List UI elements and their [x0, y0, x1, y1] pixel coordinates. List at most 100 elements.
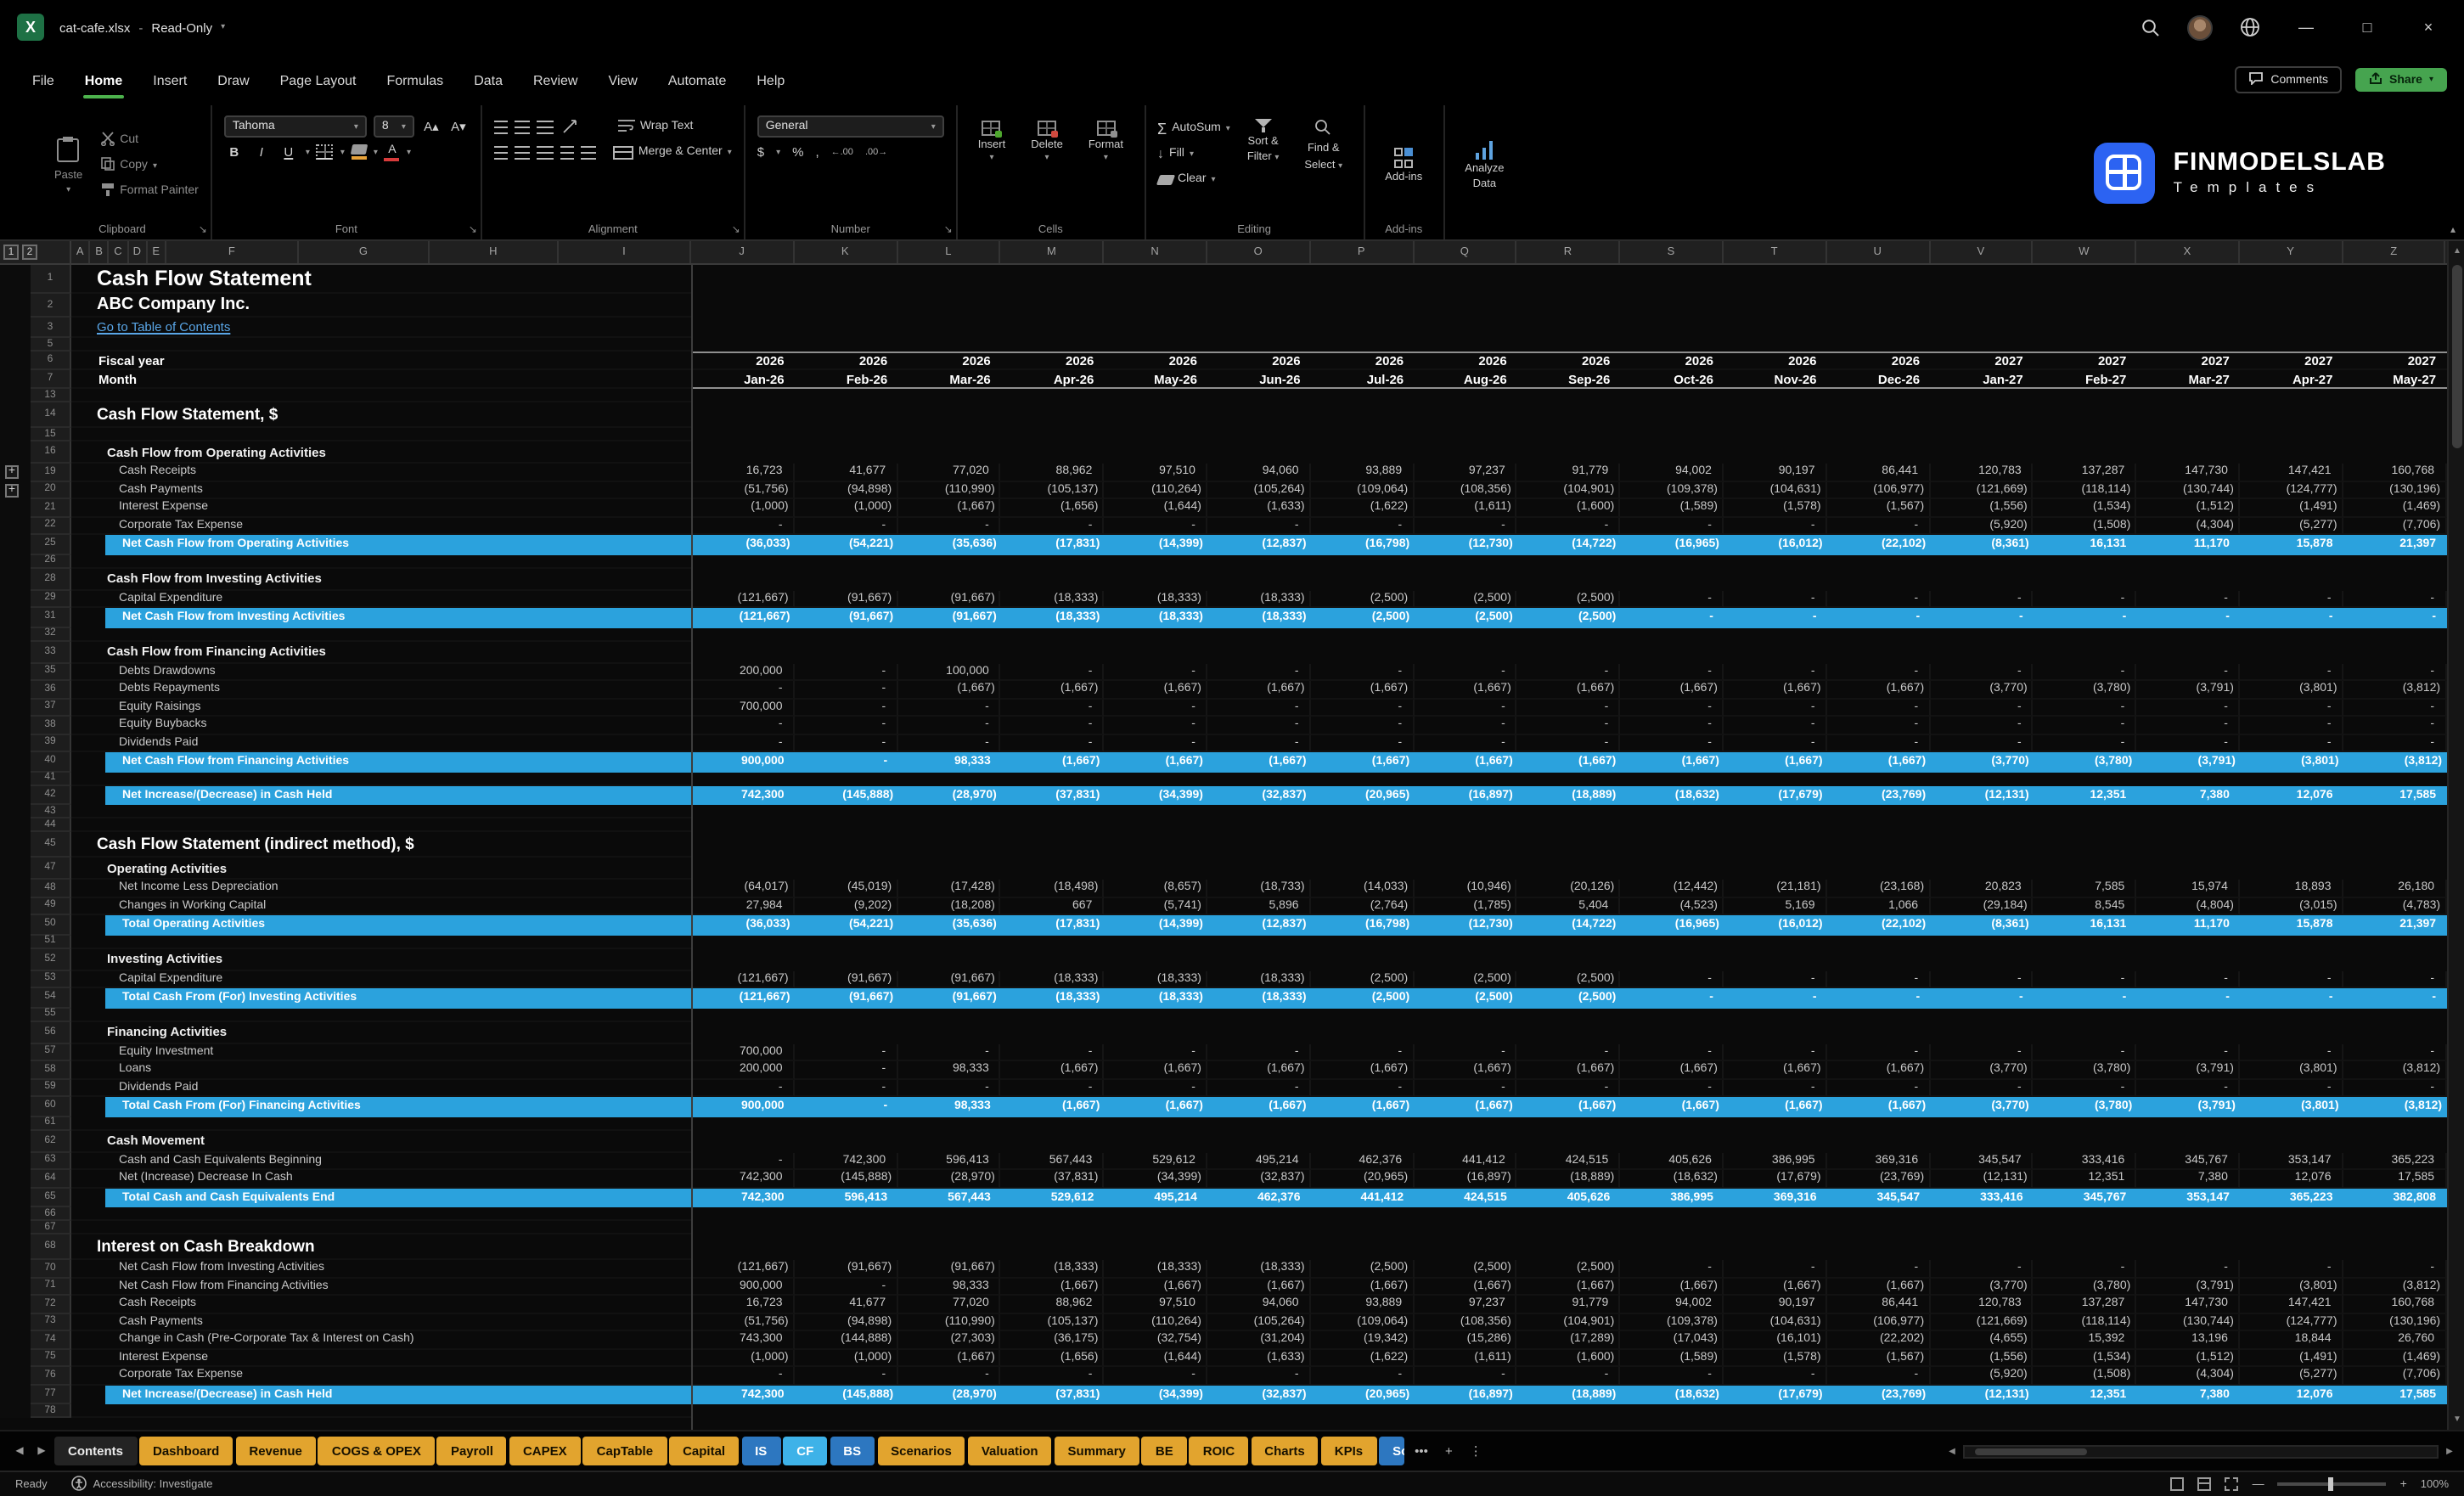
- cell-T58[interactable]: (1,667): [1724, 1061, 1827, 1079]
- column-header-r[interactable]: R: [1517, 241, 1621, 263]
- column-header-p[interactable]: P: [1310, 241, 1414, 263]
- cell-P49[interactable]: (2,764): [1311, 897, 1415, 915]
- cell-W64[interactable]: 12,351: [2034, 1170, 2137, 1188]
- cell-L19[interactable]: 77,020: [897, 464, 1001, 481]
- cell-Q19[interactable]: 97,237: [1414, 464, 1517, 481]
- row-header-76[interactable]: 76: [31, 1367, 71, 1385]
- cell-P72[interactable]: 93,889: [1311, 1296, 1415, 1313]
- column-header-o[interactable]: O: [1207, 241, 1311, 263]
- comma-button[interactable]: ,: [815, 144, 819, 160]
- cell-P29[interactable]: (2,500): [1311, 590, 1415, 608]
- cell-Q48[interactable]: (10,946): [1414, 880, 1517, 897]
- font-color-button[interactable]: A: [385, 143, 400, 160]
- cell-R35[interactable]: -: [1517, 663, 1621, 681]
- cell-L75[interactable]: (1,667): [897, 1349, 1001, 1367]
- scroll-right-arrow[interactable]: ▶: [2442, 1446, 2457, 1456]
- cell-L54[interactable]: (91,667): [897, 988, 1001, 1008]
- cell-Z53[interactable]: -: [2343, 970, 2447, 988]
- cell-N76[interactable]: -: [1104, 1367, 1207, 1385]
- column-header-j[interactable]: J: [691, 241, 795, 263]
- cell-Y6[interactable]: 2027: [2240, 352, 2343, 370]
- cell-J64[interactable]: 742,300: [691, 1170, 795, 1188]
- cell-V38[interactable]: -: [1930, 717, 2034, 734]
- cell-U73[interactable]: (106,977): [1827, 1313, 1931, 1331]
- cell-N42[interactable]: (34,399): [1104, 785, 1207, 805]
- cell-K29[interactable]: (91,667): [795, 590, 898, 608]
- cell-M29[interactable]: (18,333): [1001, 590, 1105, 608]
- cell-Q65[interactable]: 424,515: [1414, 1188, 1517, 1207]
- cell-Q49[interactable]: (1,785): [1414, 897, 1517, 915]
- cell-P37[interactable]: -: [1311, 699, 1415, 717]
- cell-U75[interactable]: (1,567): [1827, 1349, 1931, 1367]
- cell-X75[interactable]: (1,512): [2136, 1349, 2240, 1367]
- outline-level-1-button[interactable]: 1: [3, 245, 19, 260]
- cell-N63[interactable]: 529,612: [1104, 1152, 1207, 1170]
- cell-J74[interactable]: 743,300: [691, 1331, 795, 1349]
- column-header-d[interactable]: D: [128, 241, 147, 263]
- cell-Y75[interactable]: (1,491): [2240, 1349, 2343, 1367]
- cell-Q36[interactable]: (1,667): [1414, 681, 1517, 699]
- cell-N64[interactable]: (34,399): [1104, 1170, 1207, 1188]
- ribbon-tab-page-layout[interactable]: Page Layout: [265, 54, 372, 105]
- cell-M74[interactable]: (36,175): [1001, 1331, 1105, 1349]
- outline-expand-button[interactable]: +: [5, 466, 19, 480]
- cell-V42[interactable]: (12,131): [1930, 785, 2034, 805]
- cell-W21[interactable]: (1,534): [2034, 499, 2137, 517]
- cell-M60[interactable]: (1,667): [1001, 1097, 1105, 1116]
- scroll-down-arrow[interactable]: ▼: [2449, 1411, 2464, 1428]
- cell-N75[interactable]: (1,644): [1104, 1349, 1207, 1367]
- cell-V58[interactable]: (3,770): [1930, 1061, 2034, 1079]
- cell-Z31[interactable]: -: [2343, 608, 2447, 627]
- close-button[interactable]: ×: [2410, 19, 2447, 36]
- row-header-35[interactable]: 35: [31, 663, 71, 681]
- cell-J38[interactable]: -: [691, 717, 795, 734]
- row-header-42[interactable]: 42: [31, 785, 71, 805]
- cell-N74[interactable]: (32,754): [1104, 1331, 1207, 1349]
- cell-Q6[interactable]: 2026: [1414, 352, 1517, 370]
- cell-S75[interactable]: (1,589): [1620, 1349, 1724, 1367]
- cell-L64[interactable]: (28,970): [897, 1170, 1001, 1188]
- sheet-tab-scenarios[interactable]: Scenarios: [877, 1437, 965, 1465]
- scroll-up-arrow[interactable]: ▲: [2449, 243, 2464, 260]
- cell-L48[interactable]: (17,428): [897, 880, 1001, 897]
- cell-O57[interactable]: -: [1207, 1043, 1311, 1061]
- cell-K71[interactable]: -: [795, 1278, 898, 1296]
- cell-R40[interactable]: (1,667): [1517, 752, 1621, 772]
- cell-N65[interactable]: 495,214: [1104, 1188, 1207, 1207]
- cell-N29[interactable]: (18,333): [1104, 590, 1207, 608]
- cell-S50[interactable]: (16,965): [1620, 915, 1724, 935]
- cell-Q72[interactable]: 97,237: [1414, 1296, 1517, 1313]
- cell-V60[interactable]: (3,770): [1930, 1097, 2034, 1116]
- row-header-37[interactable]: 37: [31, 699, 71, 717]
- cell-Q74[interactable]: (15,286): [1414, 1331, 1517, 1349]
- row-header-1[interactable]: 1: [31, 265, 71, 294]
- cell-X60[interactable]: (3,791): [2136, 1097, 2240, 1116]
- cell-X22[interactable]: (4,304): [2136, 517, 2240, 535]
- ribbon-tab-insert[interactable]: Insert: [138, 54, 202, 105]
- cell-M19[interactable]: 88,962: [1001, 464, 1105, 481]
- cell-J7[interactable]: Jan-26: [691, 370, 795, 389]
- row-header-26[interactable]: 26: [31, 554, 71, 568]
- horizontal-scroll-thumb[interactable]: [1975, 1448, 2087, 1454]
- cell-J72[interactable]: 16,723: [691, 1296, 795, 1313]
- cell-Z65[interactable]: 382,808: [2343, 1188, 2447, 1207]
- cell-T29[interactable]: -: [1724, 590, 1827, 608]
- cell-P74[interactable]: (19,342): [1311, 1331, 1415, 1349]
- zoom-in-button[interactable]: +: [2400, 1478, 2407, 1490]
- cut-button[interactable]: Cut: [99, 129, 199, 151]
- cell-N35[interactable]: -: [1104, 663, 1207, 681]
- cell-M63[interactable]: 567,443: [1001, 1152, 1105, 1170]
- cell-K50[interactable]: (54,221): [795, 915, 898, 935]
- scroll-left-arrow[interactable]: ◀: [1944, 1446, 1960, 1456]
- row-header-56[interactable]: 56: [31, 1021, 71, 1043]
- cell-Q60[interactable]: (1,667): [1414, 1097, 1517, 1116]
- cell-O7[interactable]: Jun-26: [1207, 370, 1311, 389]
- cell-X77[interactable]: 7,380: [2136, 1385, 2240, 1404]
- cell-O77[interactable]: (32,837): [1207, 1385, 1311, 1404]
- cell-Y74[interactable]: 18,844: [2240, 1331, 2343, 1349]
- cell-L21[interactable]: (1,667): [897, 499, 1001, 517]
- cell-Z6[interactable]: 2027: [2343, 352, 2447, 370]
- cell-U37[interactable]: -: [1827, 699, 1931, 717]
- cell-L20[interactable]: (110,990): [897, 481, 1001, 499]
- cell-K7[interactable]: Feb-26: [795, 370, 898, 389]
